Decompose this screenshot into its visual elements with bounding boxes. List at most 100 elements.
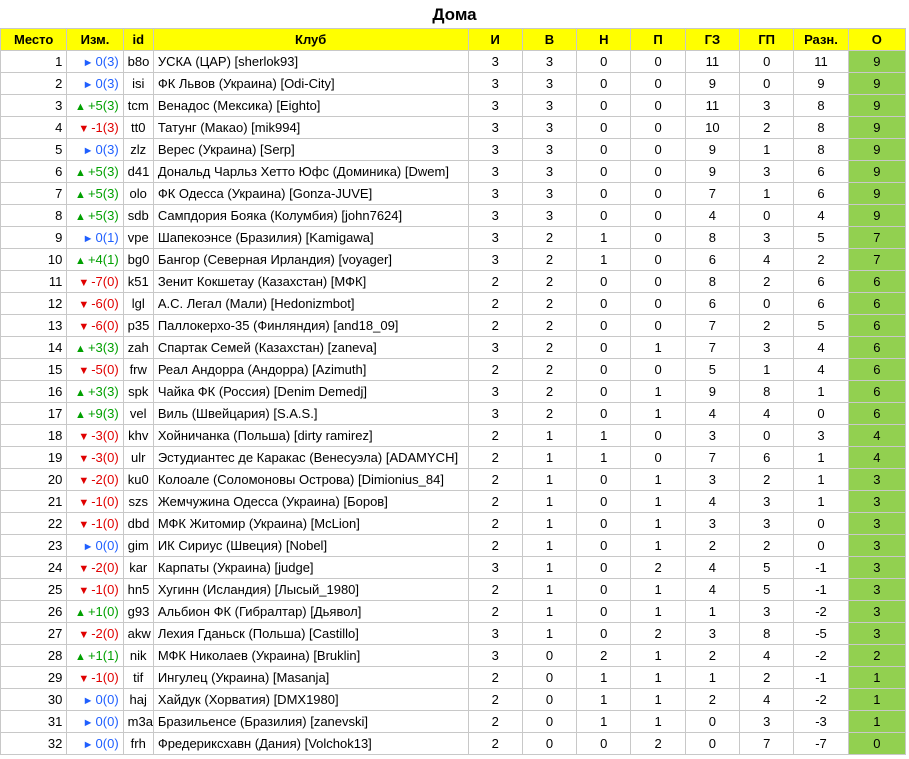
table-row: 3 ▲ +5(3) tcm Венадос (Мексика) [Eighto] 3 3 0 0… <box>0 94 907 117</box>
club-cell: Хугинн (Исландия) [Лысый_1980] <box>152 578 469 601</box>
games-cell: 2 <box>467 732 523 755</box>
arrow-right-icon: ► <box>82 233 94 245</box>
games-cell: 3 <box>467 644 523 667</box>
change-value: -2(0) <box>91 560 119 575</box>
goal-diff-cell: -2 <box>793 600 849 623</box>
goals-for-cell: 7 <box>684 314 741 337</box>
place-cell: 6 <box>0 160 68 183</box>
goal-diff-cell: 11 <box>793 50 849 73</box>
change-value: 0(3) <box>95 54 119 69</box>
losses-cell: 0 <box>630 446 686 469</box>
wins-cell: 2 <box>521 314 578 337</box>
change-value: +5(3) <box>87 164 119 179</box>
change-cell: ▼ -5(0) <box>66 358 124 381</box>
triangle-up-icon: ▲ <box>75 189 86 201</box>
wins-cell: 0 <box>521 710 578 733</box>
goals-for-cell: 2 <box>684 644 741 667</box>
place-cell: 27 <box>0 622 68 645</box>
change-value: +1(0) <box>87 604 119 619</box>
club-cell: МФК Житомир (Украина) [McLion] <box>152 512 469 535</box>
points-cell: 3 <box>847 578 907 601</box>
points-cell: 7 <box>847 226 907 249</box>
points-cell: 3 <box>847 556 907 579</box>
draws-cell: 1 <box>576 248 632 271</box>
id-cell: lgl <box>122 292 154 315</box>
games-cell: 2 <box>467 512 523 535</box>
id-cell: sdb <box>122 204 154 227</box>
goal-diff-cell: -1 <box>793 578 849 601</box>
id-cell: nik <box>122 644 154 667</box>
change-cell: ▼ -1(0) <box>66 490 124 513</box>
change-cell: ▼ -1(0) <box>66 512 124 535</box>
club-cell: Верес (Украина) [Serp] <box>152 138 469 161</box>
triangle-up-icon: ▲ <box>75 409 86 421</box>
losses-cell: 1 <box>630 644 686 667</box>
losses-cell: 0 <box>630 182 686 205</box>
arrow-right-icon: ► <box>82 739 94 751</box>
games-cell: 3 <box>467 556 523 579</box>
losses-cell: 0 <box>630 72 686 95</box>
goals-against-cell: 3 <box>739 600 795 623</box>
draws-cell: 0 <box>576 204 632 227</box>
triangle-up-icon: ▲ <box>75 167 86 179</box>
wins-cell: 3 <box>521 160 578 183</box>
club-cell: Альбион ФК (Гибралтар) [Дьявол] <box>152 600 469 623</box>
games-cell: 3 <box>467 622 523 645</box>
club-cell: МФК Николаев (Украина) [Bruklin] <box>152 644 469 667</box>
place-cell: 5 <box>0 138 68 161</box>
change-cell: ▼ -2(0) <box>66 622 124 645</box>
triangle-up-icon: ▲ <box>75 651 86 663</box>
change-value: -1(0) <box>91 494 119 509</box>
id-cell: spk <box>122 380 154 403</box>
goals-for-cell: 0 <box>684 710 741 733</box>
header-games: И <box>467 28 523 51</box>
place-cell: 23 <box>0 534 68 557</box>
header-place: Место <box>0 28 68 51</box>
id-cell: frw <box>122 358 154 381</box>
goals-for-cell: 0 <box>684 732 741 755</box>
table-row: 13 ▼ -6(0) p35 Паллокерхо-35 (Финляндия) [an… <box>0 314 907 337</box>
goal-diff-cell: 8 <box>793 94 849 117</box>
goals-against-cell: 2 <box>739 468 795 491</box>
triangle-up-icon: ▲ <box>75 343 86 355</box>
club-cell: Карпаты (Украина) [judge] <box>152 556 469 579</box>
club-cell: Хойничанка (Польша) [dirty ramirez] <box>152 424 469 447</box>
change-cell: ▲ +5(3) <box>66 182 124 205</box>
goals-against-cell: 3 <box>739 336 795 359</box>
arrow-right-icon: ► <box>82 717 94 729</box>
goals-for-cell: 6 <box>684 292 741 315</box>
change-value: +3(3) <box>87 384 119 399</box>
change-value: +4(1) <box>87 252 119 267</box>
triangle-down-icon: ▼ <box>78 365 90 377</box>
goal-diff-cell: 9 <box>793 72 849 95</box>
draws-cell: 1 <box>576 688 632 711</box>
club-cell: Хайдук (Хорватия) [DMX1980] <box>152 688 469 711</box>
header-id: id <box>122 28 154 51</box>
table-row: 18 ▼ -3(0) khv Хойничанка (Польша) [dirty ra… <box>0 424 907 447</box>
draws-cell: 0 <box>576 622 632 645</box>
draws-cell: 0 <box>576 534 632 557</box>
goal-diff-cell: 0 <box>793 402 849 425</box>
draws-cell: 0 <box>576 600 632 623</box>
points-cell: 4 <box>847 446 907 469</box>
place-cell: 29 <box>0 666 68 689</box>
change-cell: ▼ -2(0) <box>66 468 124 491</box>
games-cell: 2 <box>467 534 523 557</box>
place-cell: 13 <box>0 314 68 337</box>
header-draws: Н <box>576 28 632 51</box>
club-cell: Виль (Швейцария) [S.A.S.] <box>152 402 469 425</box>
change-cell: ▼ -2(0) <box>66 556 124 579</box>
points-cell: 3 <box>847 512 907 535</box>
header-goals-for: ГЗ <box>684 28 741 51</box>
goal-diff-cell: 6 <box>793 270 849 293</box>
wins-cell: 2 <box>521 336 578 359</box>
losses-cell: 1 <box>630 710 686 733</box>
table-row: 21 ▼ -1(0) szs Жемчужина Одесса (Украина) [Б… <box>0 490 907 513</box>
games-cell: 3 <box>467 402 523 425</box>
change-cell: ▲ +3(3) <box>66 336 124 359</box>
id-cell: m3a <box>122 710 154 733</box>
place-cell: 10 <box>0 248 68 271</box>
triangle-down-icon: ▼ <box>78 123 90 135</box>
place-cell: 19 <box>0 446 68 469</box>
games-cell: 2 <box>467 578 523 601</box>
